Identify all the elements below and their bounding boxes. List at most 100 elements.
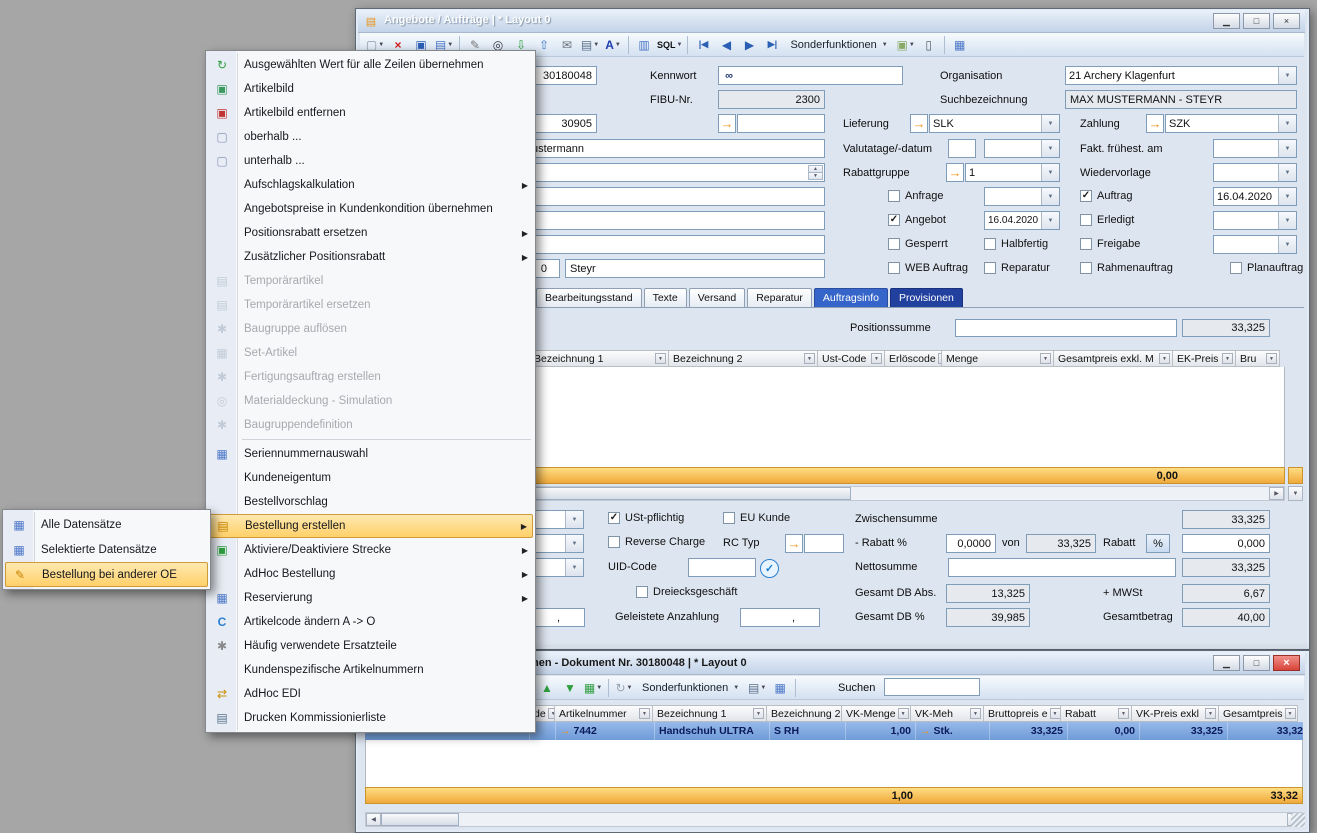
rc-typ-lookup-arrow-icon[interactable]: → [785, 534, 803, 553]
nav-first-icon[interactable]: |◀ [692, 35, 714, 55]
spinner-down-icon[interactable]: ▼ [808, 172, 823, 180]
valutadatum-select[interactable]: ▼ [984, 139, 1060, 158]
menu-item[interactable]: ▣Artikelbild [208, 77, 533, 101]
auftrag-date-field[interactable]: 16.04.2020 ▼ [1213, 187, 1297, 206]
row-cell[interactable]: 33,325 [990, 722, 1068, 740]
binoculars-icon[interactable]: ∞ [719, 70, 739, 82]
hauptnummer-lookup-arrow-icon[interactable]: → [718, 114, 736, 133]
column-header[interactable]: Rabatt▼ [1060, 705, 1132, 722]
menu-item[interactable]: Kundeneigentum [208, 466, 533, 490]
anzahlung-field-2[interactable]: , [740, 608, 820, 627]
freigabe-checkbox[interactable]: Freigabe [1080, 238, 1140, 250]
nav-last-icon[interactable]: ▶| [761, 35, 783, 55]
chevron-down-icon[interactable]: ▼ [1278, 236, 1296, 253]
menu-item[interactable]: ▦Selektierte Datensätze [5, 537, 208, 562]
hauptnummer-field[interactable] [737, 114, 825, 133]
suchen-input[interactable] [884, 678, 980, 696]
table-icon[interactable]: ▦ [769, 678, 791, 698]
column-header[interactable]: Artikelnummer▼ [554, 705, 653, 722]
tab-texte[interactable]: Texte [644, 288, 687, 307]
close-button[interactable]: × [1273, 13, 1300, 29]
column-dropdown-icon[interactable]: ▼ [1285, 708, 1296, 719]
column-dropdown-icon[interactable]: ▼ [1266, 353, 1277, 364]
nettosumme-input[interactable] [948, 558, 1176, 577]
scroll-left-icon[interactable]: ◀ [366, 813, 381, 826]
move-up-icon[interactable]: ▲ [536, 678, 558, 698]
scroll-right-icon[interactable]: ▶ [1269, 487, 1284, 500]
fakt-fruehest-field[interactable]: ▼ [1213, 139, 1297, 158]
row-cell[interactable]: →Stk. [916, 722, 990, 740]
column-dropdown-icon[interactable]: ▼ [898, 708, 909, 719]
menu-item[interactable]: CArtikelcode ändern A -> O [208, 610, 533, 634]
positionssumme-input[interactable] [955, 319, 1177, 337]
menu-item[interactable]: ▣Artikelbild entfernen [208, 101, 533, 125]
row-cell[interactable]: 33,325 [1140, 722, 1228, 740]
row-cell[interactable]: →7442 [556, 722, 655, 740]
tab-provisionen[interactable]: Provisionen [890, 288, 963, 307]
organisation-select[interactable]: 21 Archery Klagenfurt ▼ [1065, 66, 1297, 85]
menu-item[interactable]: Angebotspreise in Kundenkondition überne… [208, 197, 533, 221]
halbfertig-checkbox[interactable]: Halbfertig [984, 238, 1048, 250]
sonderfunktionen-button[interactable]: Sonderfunktionen▼ [636, 678, 745, 698]
sonderfunktionen-button[interactable]: Sonderfunktionen▼ [784, 35, 893, 55]
rahmenauftrag-checkbox[interactable]: Rahmenauftrag [1080, 262, 1173, 274]
menu-item[interactable]: ✎Bestellung bei anderer OE [5, 562, 208, 587]
grid-icon[interactable]: ▦ [949, 35, 971, 55]
chevron-down-icon[interactable]: ▼ [565, 559, 583, 576]
column-dropdown-icon[interactable]: ▼ [753, 708, 764, 719]
menu-item[interactable]: ▢unterhalb ... [208, 149, 533, 173]
column-dropdown-icon[interactable]: ▼ [1050, 708, 1061, 719]
font-icon[interactable]: A▼ [602, 35, 624, 55]
uid-code-field[interactable] [688, 558, 756, 577]
menu-item[interactable]: ✱Häufig verwendete Ersatzteile [208, 634, 533, 658]
minimize-button[interactable]: ▁ [1213, 13, 1240, 29]
screenshot-icon[interactable]: ▣▼ [895, 35, 917, 55]
send-icon[interactable]: ✉ [556, 35, 578, 55]
column-header[interactable]: VK-Menge▼ [841, 705, 911, 722]
device-icon[interactable]: ▯ [918, 35, 940, 55]
layout-grid-icon[interactable]: ▦▼ [582, 678, 604, 698]
lieferung-lookup-arrow-icon[interactable]: → [910, 114, 928, 133]
rc-typ-field[interactable] [804, 534, 844, 553]
chevron-down-icon[interactable]: ▼ [565, 535, 583, 552]
menu-item[interactable]: ▤Drucken Kommissionierliste [208, 706, 533, 730]
tab-auftragsinfo[interactable]: Auftragsinfo [814, 288, 888, 307]
menu-item[interactable]: ▤Bestellung erstellen▶ [208, 514, 533, 538]
erledigt-checkbox[interactable]: Erledigt [1080, 214, 1134, 226]
column-dropdown-icon[interactable]: ▼ [1222, 353, 1233, 364]
chevron-down-icon[interactable]: ▼ [1278, 115, 1296, 132]
row-cell[interactable]: 0,00 [1068, 722, 1140, 740]
chevron-down-icon[interactable]: ▼ [1278, 140, 1296, 157]
column-dropdown-icon[interactable]: ▼ [1205, 708, 1216, 719]
column-header[interactable]: VK-Preis exkl▼ [1131, 705, 1219, 722]
gesperrt-checkbox[interactable]: Gesperrt [888, 238, 948, 250]
column-dropdown-icon[interactable]: ▼ [1159, 353, 1170, 364]
kennwort-field[interactable]: ∞ [718, 66, 903, 85]
eu-kunde-checkbox[interactable]: EU Kunde [723, 512, 790, 524]
anfrage-checkbox[interactable]: Anfrage [888, 190, 944, 202]
tab-reparatur[interactable]: Reparatur [747, 288, 812, 307]
positions-vscroll-down-icon[interactable]: ▼ [1288, 486, 1303, 501]
item-table-hscrollbar[interactable]: ◀ ▶ [365, 812, 1303, 827]
rabattgruppe-select[interactable]: 1 ▼ [965, 163, 1060, 182]
wiedervorlage-field[interactable]: ▼ [1213, 163, 1297, 182]
rabatt-pct-field[interactable]: 0,0000 [946, 534, 996, 553]
print-icon[interactable]: ▤▼ [579, 35, 601, 55]
menu-item[interactable]: Bestellvorschlag [208, 490, 533, 514]
dreiecksgeschaeft-checkbox[interactable]: Dreiecksgeschäft [636, 586, 737, 598]
column-header[interactable]: VK-Meh▼ [910, 705, 984, 722]
chevron-down-icon[interactable]: ▼ [1278, 67, 1296, 84]
refresh-icon[interactable]: ↻▼ [613, 678, 635, 698]
chevron-down-icon[interactable]: ▼ [565, 511, 583, 528]
column-dropdown-icon[interactable]: ▼ [1118, 708, 1129, 719]
minimize-button[interactable]: ▁ [1213, 655, 1240, 671]
anfrage-date-field[interactable]: ▼ [984, 187, 1060, 206]
column-header[interactable]: Bruttopreis e▼ [983, 705, 1061, 722]
column-dropdown-icon[interactable]: ▼ [1040, 353, 1051, 364]
angebot-date-field[interactable]: 16.04.2020 ▼ [984, 211, 1060, 230]
nav-prev-icon[interactable]: ◀ [715, 35, 737, 55]
menu-item[interactable]: ⇄AdHoc EDI [208, 682, 533, 706]
chevron-down-icon[interactable]: ▼ [1041, 164, 1059, 181]
reparatur-checkbox[interactable]: Reparatur [984, 262, 1050, 274]
menu-item[interactable]: ↻Ausgewählten Wert für alle Zeilen übern… [208, 53, 533, 77]
